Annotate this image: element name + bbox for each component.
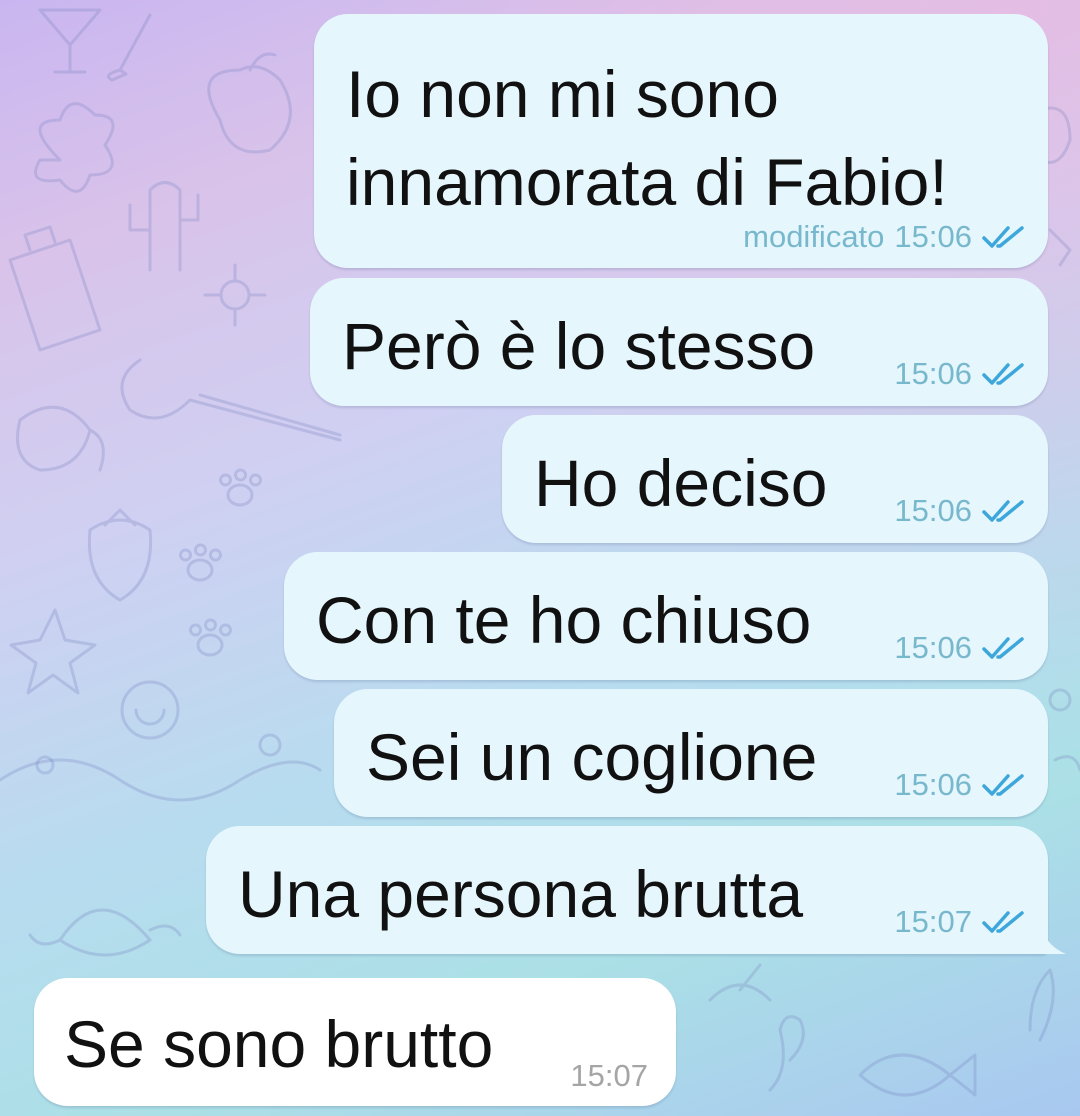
incoming-message-bubble[interactable]: Se sono brutto 15:07 (34, 978, 676, 1106)
read-double-check-icon (982, 500, 1024, 522)
outgoing-message-bubble[interactable]: Con te ho chiuso 15:06 (284, 552, 1048, 680)
message-time: 15:06 (894, 493, 972, 528)
message-text: Sei un coglione (366, 720, 818, 794)
message-meta: 15:06 (894, 630, 1028, 666)
message-meta: 15:07 (894, 904, 1028, 940)
read-double-check-icon (982, 226, 1024, 248)
message-time: 15:06 (894, 219, 972, 254)
message-text-line-1: Io non mi sono (346, 57, 779, 131)
message-text: Se sono brutto (64, 1007, 494, 1081)
message-time: 15:07 (570, 1058, 648, 1093)
message-meta: modificato 15:06 (743, 219, 1028, 255)
message-time: 15:06 (894, 356, 972, 391)
message-text-line-2: innamorata di Fabio! (346, 145, 948, 219)
message-text: Però è lo stesso (342, 309, 816, 383)
message-time: 15:06 (894, 630, 972, 665)
message-meta: 15:06 (894, 767, 1028, 803)
message-text: Una persona brutta (238, 857, 804, 931)
message-meta: 15:06 (894, 356, 1028, 392)
outgoing-message-bubble[interactable]: Sei un coglione 15:06 (334, 689, 1048, 817)
read-double-check-icon (982, 911, 1024, 933)
edited-label: modificato (743, 219, 885, 254)
message-text: Con te ho chiuso (316, 583, 812, 657)
read-double-check-icon (982, 363, 1024, 385)
message-time: 15:06 (894, 767, 972, 802)
outgoing-message-bubble[interactable]: Però è lo stesso 15:06 (310, 278, 1048, 406)
message-meta: 15:07 (570, 1058, 648, 1094)
message-time: 15:07 (894, 904, 972, 939)
read-double-check-icon (982, 637, 1024, 659)
outgoing-bubble-tail (1040, 918, 1066, 954)
message-text: Ho deciso (534, 446, 828, 520)
message-meta: 15:06 (894, 493, 1028, 529)
outgoing-message-bubble[interactable]: Una persona brutta 15:07 (206, 826, 1048, 954)
outgoing-message-bubble[interactable]: Io non mi sono innamorata di Fabio! modi… (314, 14, 1048, 268)
read-double-check-icon (982, 774, 1024, 796)
outgoing-message-bubble[interactable]: Ho deciso 15:06 (502, 415, 1048, 543)
